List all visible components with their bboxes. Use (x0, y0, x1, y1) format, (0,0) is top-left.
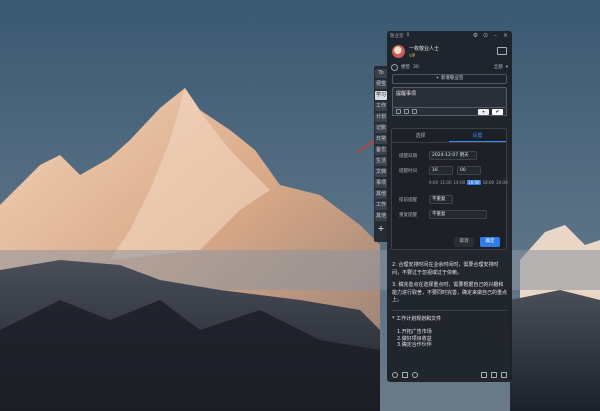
category-tab[interactable]: To (375, 69, 387, 78)
date-label: 提醒日期 (399, 153, 417, 159)
quick-time-chips: 9:00 11:00 14:00 16:00 18:00 20:00 (392, 178, 508, 186)
quick-time-chip[interactable]: 14:00 (454, 180, 466, 185)
save-button[interactable]: ✔ (492, 108, 503, 115)
category-tab[interactable]: 日常 (375, 135, 387, 144)
time-row: 提醒时间 16 00 (392, 163, 506, 178)
note-editor[interactable]: 提醒事项 (392, 87, 507, 108)
bottom-toolbar (387, 368, 512, 382)
quick-time-chip[interactable]: 9:00 (429, 180, 438, 185)
grid-icon[interactable] (481, 372, 487, 378)
advance-row: 提前提醒 不重复 (392, 192, 506, 207)
user-row: 一枚敬业人士 VIP (387, 40, 512, 62)
category-tab[interactable]: 计划 (375, 113, 387, 122)
add-category-button[interactable]: + (375, 224, 387, 233)
editor-toolbar: ▾ ✔ (392, 108, 507, 116)
calendar-icon[interactable] (402, 372, 408, 378)
pin-icon[interactable]: ⊙ (482, 31, 489, 40)
quick-time-chip-selected[interactable]: 16:00 (467, 179, 481, 185)
cancel-button[interactable]: 取消 (454, 237, 474, 247)
notification-count: 8 (406, 33, 410, 38)
time-label: 提醒时间 (399, 168, 417, 174)
more-icon[interactable] (501, 372, 507, 378)
reminder-popup: 选择 设置 提醒日期 2024-12-07 明天 提醒时间 16 00 9:00… (391, 128, 508, 250)
share-icon[interactable] (491, 372, 497, 378)
advance-select[interactable]: 不重复 (429, 195, 453, 204)
quick-time-chip[interactable]: 11:00 (440, 180, 452, 185)
filter-icon[interactable] (391, 63, 398, 71)
tab-select[interactable]: 选择 (392, 129, 449, 142)
date-row: 提醒日期 2024-12-07 明天 (392, 148, 506, 163)
list-item: 3.确定合作伙伴 (397, 342, 432, 348)
lock-icon[interactable] (412, 109, 417, 114)
divider (392, 309, 507, 311)
repeat-select[interactable]: 不重复 (429, 210, 487, 219)
settings-icon[interactable]: ⚙ (472, 31, 479, 40)
image-icon[interactable] (404, 109, 409, 114)
titlebar: 敬业签 8 ⚙ ⊙ – × (387, 31, 512, 40)
repeat-label: 重复提醒 (399, 212, 417, 218)
category-label[interactable]: 便签 (401, 64, 410, 70)
category-tab-active[interactable]: 学习 (375, 91, 387, 100)
avatar[interactable] (392, 44, 405, 58)
filter-row: 便签 30 全部 ▾ (387, 62, 512, 72)
sort-dropdown[interactable]: 全部 (494, 64, 503, 70)
reminder-tabs: 选择 设置 (392, 129, 506, 143)
category-tab[interactable]: 备忘 (375, 146, 387, 155)
window-layout-icon[interactable] (497, 47, 507, 55)
search-icon[interactable] (412, 372, 418, 378)
new-note-button[interactable]: + 新增敬业签 (392, 74, 507, 84)
vip-badge: VIP (409, 52, 416, 58)
category-tab[interactable]: 文档 (375, 168, 387, 177)
category-tab[interactable]: 工作 (375, 102, 387, 111)
clock-icon[interactable] (396, 109, 401, 114)
minute-select[interactable]: 00 (457, 166, 481, 175)
category-tab[interactable]: 事项 (375, 179, 387, 188)
category-tabstrip: To 便签 学习 工作 计划 记账 日常 备忘 生活 文档 事项 其他 工作 其… (374, 66, 388, 242)
category-tab[interactable]: 便签 (375, 80, 387, 89)
clock-icon[interactable] (392, 372, 398, 378)
advance-label: 提前提醒 (399, 197, 417, 203)
date-picker[interactable]: 2024-12-07 明天 (429, 151, 477, 160)
category-tab[interactable]: 工作 (375, 201, 387, 210)
popup-actions: 取消 确定 (454, 237, 500, 247)
repeat-row: 重复提醒 不重复 (392, 207, 506, 222)
category-tab[interactable]: 其他 (375, 212, 387, 221)
confirm-button[interactable]: 确定 (480, 237, 500, 247)
minimize-icon[interactable]: – (492, 31, 499, 40)
user-name: 一枚敬业人士 (409, 45, 440, 52)
note-paragraph: 2. 合理安排时间在业余时间时，需要合理安排时间，不要过于忽视或过于依赖。 (392, 262, 499, 276)
hour-select[interactable]: 16 (429, 166, 453, 175)
note-content: 2. 合理安排时间在业余时间时，需要合理安排时间，不要过于忽视或过于依赖。 3.… (392, 262, 507, 349)
quick-time-chip[interactable]: 18:00 (483, 180, 495, 185)
app-title: 敬业签 (390, 33, 404, 39)
tab-settings[interactable]: 设置 (449, 129, 506, 142)
category-tab[interactable]: 记账 (375, 124, 387, 133)
category-tab[interactable]: 其他 (375, 190, 387, 199)
quick-time-chip[interactable]: 20:00 (496, 180, 508, 185)
format-button[interactable]: ▾ (478, 108, 489, 115)
category-count: 30 (413, 64, 419, 70)
close-icon[interactable]: × (502, 31, 509, 40)
section-title: * 工作计划规划和文件 (392, 315, 442, 322)
category-tab[interactable]: 生活 (375, 157, 387, 166)
chevron-down-icon: ▾ (505, 64, 508, 70)
note-paragraph: 3. 稿完善点在选择重点时，需要根据自己的兴趣和能力进行取舍，不要同时完善，确定… (392, 282, 508, 303)
